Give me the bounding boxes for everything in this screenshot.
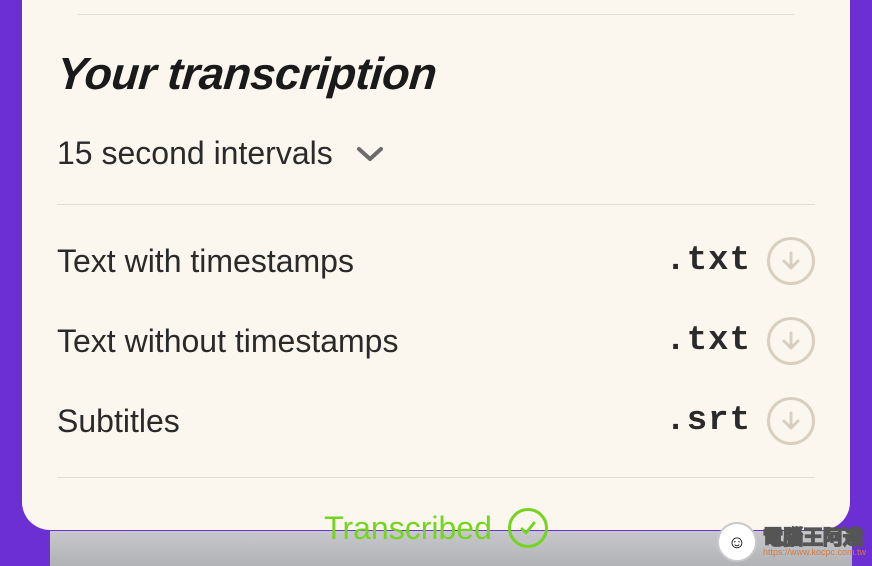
watermark-avatar-icon: ☺: [717, 522, 757, 562]
download-label: Text without timestamps: [57, 323, 398, 360]
status-label: Transcribed: [324, 510, 492, 547]
file-extension: .srt: [665, 402, 751, 440]
download-row-timestamps: Text with timestamps .txt: [57, 237, 815, 285]
file-extension: .txt: [665, 322, 751, 360]
download-row-no-timestamps: Text without timestamps .txt: [57, 317, 815, 365]
download-row-subtitles: Subtitles .srt: [57, 397, 815, 445]
download-button[interactable]: [767, 237, 815, 285]
status-row: Transcribed: [57, 508, 815, 548]
download-label: Text with timestamps: [57, 243, 354, 280]
chevron-down-icon: [355, 145, 385, 163]
transcription-card: Your transcription 15 second intervals T…: [22, 0, 850, 530]
download-button[interactable]: [767, 317, 815, 365]
download-arrow-icon: [779, 249, 803, 273]
interval-label: 15 second intervals: [57, 135, 333, 172]
download-arrow-icon: [779, 409, 803, 433]
bottom-divider: [57, 477, 815, 478]
file-extension: .txt: [665, 242, 751, 280]
watermark-url: https://www.kocpc.com.tw: [763, 548, 866, 557]
interval-dropdown[interactable]: 15 second intervals: [57, 135, 815, 172]
download-button[interactable]: [767, 397, 815, 445]
top-divider: [78, 14, 794, 15]
download-arrow-icon: [779, 329, 803, 353]
mid-divider: [57, 204, 815, 205]
check-circle-icon: [508, 508, 548, 548]
download-label: Subtitles: [57, 403, 180, 440]
watermark: ☺ 電腦王阿達 https://www.kocpc.com.tw: [717, 522, 866, 562]
section-heading: Your transcription: [55, 48, 818, 100]
watermark-title: 電腦王阿達: [763, 528, 866, 548]
